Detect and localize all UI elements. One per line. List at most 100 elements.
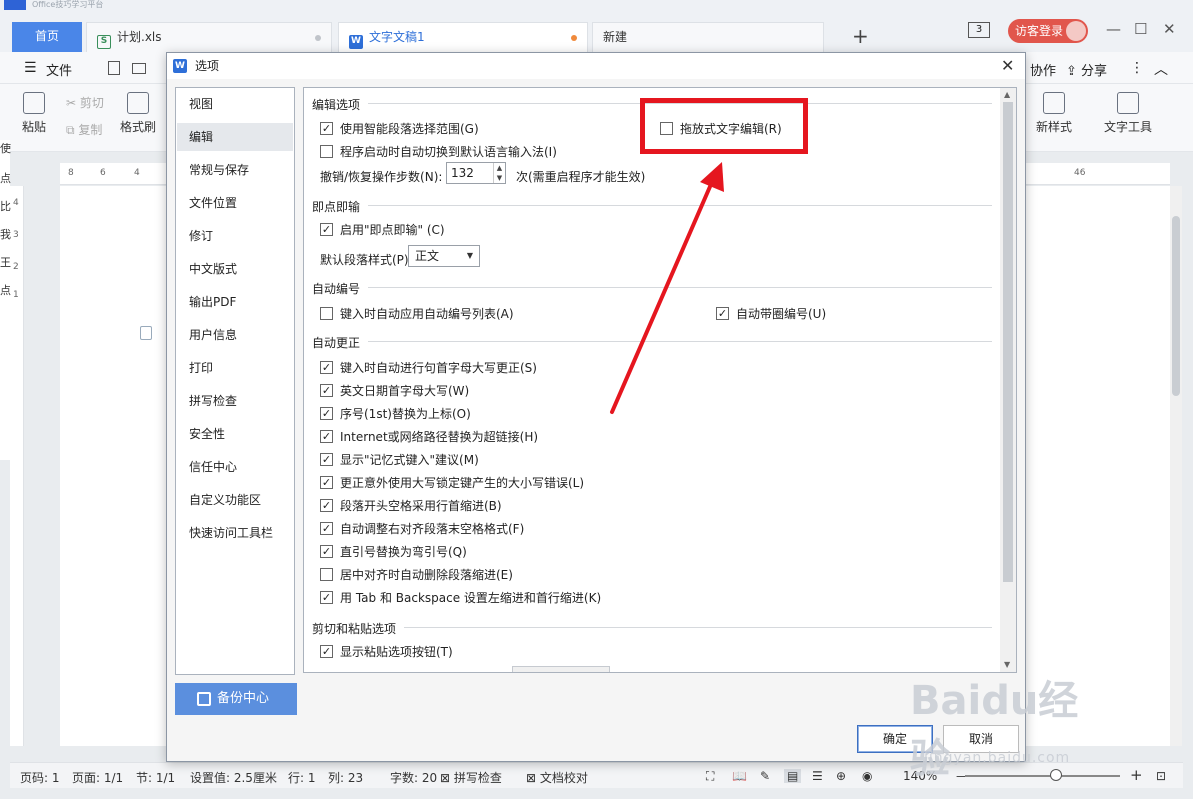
panel-scrollbar[interactable]: ▲ ▼ <box>1000 88 1016 672</box>
collapse-ribbon-icon[interactable]: ︿ <box>1154 59 1168 79</box>
nav-item-export-pdf[interactable]: 输出PDF <box>177 288 293 316</box>
login-button[interactable]: 访客登录 <box>1008 19 1088 43</box>
nav-item-customize-ribbon[interactable]: 自定义功能区 <box>177 486 293 514</box>
checkbox-box[interactable] <box>320 145 333 158</box>
fullscreen-icon[interactable]: ⛶ <box>706 769 714 784</box>
edit-mode-icon[interactable]: ✎ <box>760 769 770 783</box>
checkbox-box[interactable]: ✓ <box>320 522 333 535</box>
text-tools-button[interactable]: 文字工具 <box>1104 92 1152 135</box>
collab-button[interactable]: 协作 <box>1030 60 1056 79</box>
format-painter-button[interactable]: 格式刷 <box>120 92 156 135</box>
undo-steps-value[interactable]: 132 <box>451 166 474 180</box>
nav-item-user-info[interactable]: 用户信息 <box>177 321 293 349</box>
minimize-button[interactable]: — <box>1106 20 1121 38</box>
checkbox-auto-correct-item[interactable]: 居中对齐时自动删除段落缩进(E) <box>320 568 513 582</box>
checkbox-auto-correct-item[interactable]: ✓ 键入时自动进行句首字母大写更正(S) <box>320 361 537 375</box>
nav-item-spell-check[interactable]: 拼写检查 <box>177 387 293 415</box>
zoom-in-button[interactable]: + <box>1130 766 1143 784</box>
document-scrollbar[interactable] <box>1170 186 1182 746</box>
status-col[interactable]: 列: 23 <box>328 769 363 786</box>
tab-home[interactable]: 首页 <box>12 22 82 52</box>
fit-page-icon[interactable]: ⊡ <box>1156 769 1166 783</box>
checkbox-box[interactable]: ✓ <box>320 453 333 466</box>
checkbox-box[interactable]: ✓ <box>320 223 333 236</box>
checkbox-box[interactable]: ✓ <box>320 476 333 489</box>
nav-item-file-location[interactable]: 文件位置 <box>177 189 293 217</box>
checkbox-auto-correct-item[interactable]: ✓ 直引号替换为弯引号(Q) <box>320 545 467 559</box>
checkbox-box[interactable]: ✓ <box>320 591 333 604</box>
scrollbar-thumb[interactable] <box>1172 216 1180 396</box>
read-mode-icon[interactable]: 📖 <box>732 769 747 783</box>
nav-item-chinese-layout[interactable]: 中文版式 <box>177 255 293 283</box>
tab-spreadsheet[interactable]: S 计划.xls <box>86 22 332 52</box>
checkbox-box[interactable]: ✓ <box>320 430 333 443</box>
checkbox-auto-correct-item[interactable]: ✓ 更正意外使用大写锁定键产生的大小写错误(L) <box>320 476 584 490</box>
outline-view-icon[interactable]: ☰ <box>812 769 823 783</box>
paste-button[interactable]: 粘贴 <box>22 92 46 135</box>
status-page[interactable]: 页面: 1/1 <box>72 769 123 786</box>
zoom-level[interactable]: 140% <box>903 769 937 783</box>
window-count-badge[interactable]: 3 <box>968 22 990 38</box>
cut-button[interactable]: ✂ 剪切 <box>66 94 104 111</box>
scroll-down-icon[interactable]: ▼ <box>1004 660 1010 669</box>
web-view-icon[interactable]: ⊕ <box>836 769 846 783</box>
status-section[interactable]: 节: 1/1 <box>136 769 175 786</box>
new-doc-icon[interactable] <box>108 61 120 75</box>
zoom-slider-knob[interactable] <box>1050 769 1062 781</box>
nav-item-general-save[interactable]: 常规与保存 <box>177 156 293 184</box>
page-view-icon[interactable]: ▤ <box>784 769 802 783</box>
tab-new[interactable]: 新建 <box>592 22 824 52</box>
eye-protect-icon[interactable]: ◉ <box>862 769 872 783</box>
spinner-arrows-icon[interactable]: ▲ ▼ <box>493 163 505 183</box>
checkbox-click-and-type[interactable]: ✓ 启用"即点即输" (C) <box>320 223 445 237</box>
checkbox-box[interactable]: ✓ <box>320 122 333 135</box>
paste-option-select[interactable] <box>512 666 610 672</box>
checkbox-auto-correct-item[interactable]: ✓ 显示"记忆式键入"建议(M) <box>320 453 479 467</box>
checkbox-auto-correct-item[interactable]: ✓ 英文日期首字母大写(W) <box>320 384 469 398</box>
dialog-close-button[interactable]: ✕ <box>1001 56 1014 75</box>
status-setting[interactable]: 设置值: 2.5厘米 <box>190 769 277 786</box>
open-folder-icon[interactable] <box>132 63 146 74</box>
undo-steps-spinner[interactable]: 132 ▲ ▼ <box>446 162 506 184</box>
nav-item-print[interactable]: 打印 <box>177 354 293 382</box>
new-style-button[interactable]: 新样式 <box>1036 92 1072 135</box>
copy-button[interactable]: ⧉ 复制 <box>66 121 102 138</box>
checkbox-box[interactable] <box>320 307 333 320</box>
checkbox-auto-list[interactable]: 键入时自动应用自动编号列表(A) <box>320 307 514 321</box>
checkbox-box[interactable]: ✓ <box>716 307 729 320</box>
dialog-title-bar[interactable]: 选项 <box>167 53 1025 79</box>
nav-item-revision[interactable]: 修订 <box>177 222 293 250</box>
paragraph-marker-icon[interactable] <box>140 326 152 340</box>
nav-item-view[interactable]: 视图 <box>177 90 293 118</box>
backup-center-button[interactable]: 备份中心 <box>175 683 297 715</box>
checkbox-auto-correct-item[interactable]: ✓ 段落开头空格采用行首缩进(B) <box>320 499 502 513</box>
checkbox-box[interactable]: ✓ <box>320 407 333 420</box>
close-window-button[interactable]: ✕ <box>1163 20 1176 38</box>
nav-item-security[interactable]: 安全性 <box>177 420 293 448</box>
share-button[interactable]: ⇪ 分享 <box>1066 60 1107 79</box>
checkbox-show-paste-button[interactable]: ✓ 显示粘贴选项按钮(T) <box>320 645 453 659</box>
cancel-button[interactable]: 取消 <box>943 725 1019 753</box>
checkbox-box[interactable]: ✓ <box>320 361 333 374</box>
checkbox-auto-ime[interactable]: 程序启动时自动切换到默认语言输入法(I) <box>320 145 557 159</box>
checkbox-box[interactable]: ✓ <box>320 545 333 558</box>
doc-check-toggle[interactable]: ⊠ 文档校对 <box>526 769 588 786</box>
maximize-button[interactable]: ☐ <box>1134 20 1147 38</box>
checkbox-box[interactable]: ✓ <box>320 499 333 512</box>
zoom-slider-track[interactable] <box>965 775 1120 777</box>
nav-item-trust-center[interactable]: 信任中心 <box>177 453 293 481</box>
checkbox-auto-correct-item[interactable]: ✓ Internet或网络路径替换为超链接(H) <box>320 430 538 444</box>
checkbox-box[interactable]: ✓ <box>320 645 333 658</box>
tab-document[interactable]: W 文字文稿1 <box>338 22 588 52</box>
spell-check-toggle[interactable]: ⊠ 拼写检查 <box>440 769 502 786</box>
checkbox-box[interactable]: ✓ <box>320 384 333 397</box>
default-style-select[interactable]: 正文 ▼ <box>408 245 480 267</box>
checkbox-auto-correct-item[interactable]: ✓ 用 Tab 和 Backspace 设置左缩进和首行缩进(K) <box>320 591 601 605</box>
status-row[interactable]: 行: 1 <box>288 769 316 786</box>
nav-item-quick-access[interactable]: 快速访问工具栏 <box>177 519 293 547</box>
checkbox-auto-circle[interactable]: ✓ 自动带圈编号(U) <box>716 307 826 321</box>
status-words[interactable]: 字数: 20 <box>390 769 437 786</box>
scroll-up-icon[interactable]: ▲ <box>1004 90 1010 99</box>
ok-button[interactable]: 确定 <box>857 725 933 753</box>
checkbox-box[interactable] <box>320 568 333 581</box>
